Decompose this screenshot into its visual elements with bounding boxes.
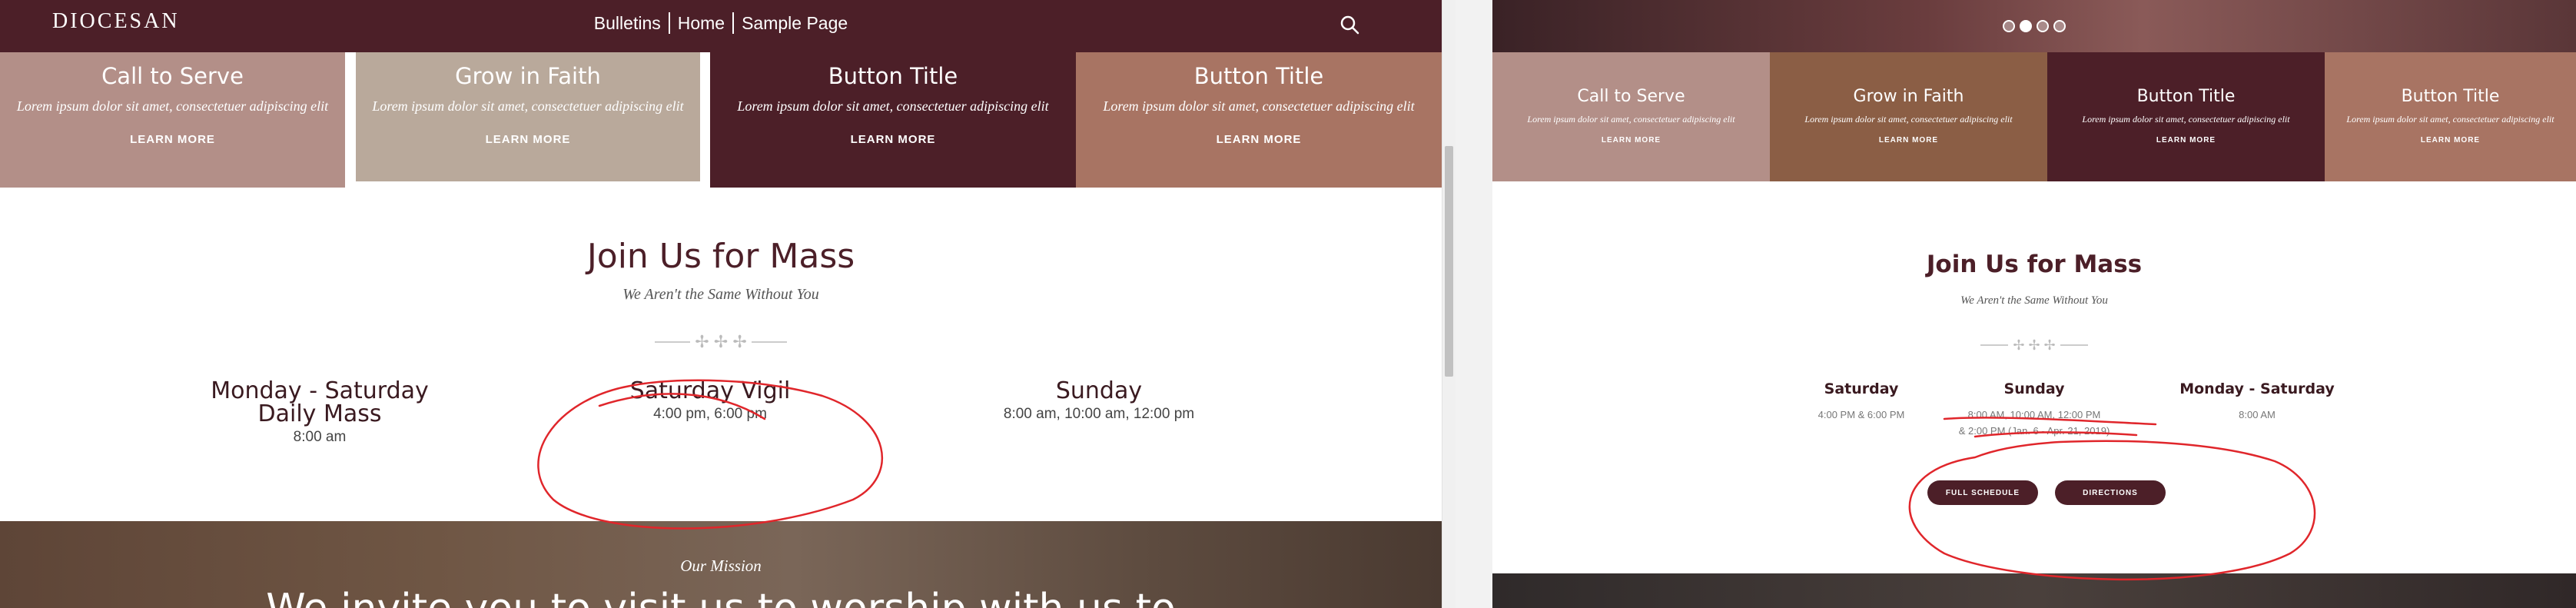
mass-col-title: Sunday xyxy=(1055,377,1143,404)
tile-learn-more-link[interactable]: LEARN MORE xyxy=(2325,136,2576,145)
mass-col-title: Monday - Saturday xyxy=(211,377,429,404)
right-page-view: Call to Serve Lorem ipsum dolor sit amet… xyxy=(1492,0,2576,608)
tile-call-to-serve[interactable]: Call to Serve Lorem ipsum dolor sit amet… xyxy=(0,52,345,188)
cross-divider: ✢ ✢ ✢ xyxy=(1492,335,2576,355)
tile-button-title-2[interactable]: Button Title Lorem ipsum dolor sit amet,… xyxy=(1076,52,1442,188)
hero-slider xyxy=(1492,0,2576,52)
tile-button-title-2[interactable]: Button Title Lorem ipsum dolor sit amet,… xyxy=(2325,52,2576,181)
nav-item-bulletins[interactable]: Bulletins xyxy=(586,12,670,34)
tile-title: Grow in Faith xyxy=(455,63,601,89)
site-header: DIOCESAN Bulletins Home Sample Page xyxy=(0,0,1442,52)
tile-title: Button Title xyxy=(828,63,958,89)
tile-text: Lorem ipsum dolor sit amet, consectetuer… xyxy=(1103,98,1415,114)
mass-col-monday-saturday: Monday - Saturday 8:00 AM xyxy=(2119,380,2395,423)
lower-hero-image xyxy=(1492,573,2576,608)
mass-section-title: Join Us for Mass xyxy=(586,237,855,276)
mass-section-title: Join Us for Mass xyxy=(1926,251,2143,278)
tile-title: Button Title xyxy=(2401,87,2500,106)
tile-button-title-1[interactable]: Button Title Lorem ipsum dolor sit amet,… xyxy=(710,52,1076,188)
screenshot-stage: DIOCESAN Bulletins Home Sample Page Call t… xyxy=(0,0,2576,608)
tile-title: Button Title xyxy=(1193,63,1324,89)
cross-icon: ✢ ✢ ✢ xyxy=(695,332,747,351)
left-page-view: DIOCESAN Bulletins Home Sample Page Call t… xyxy=(0,0,1442,608)
feature-tiles: Call to Serve Lorem ipsum dolor sit amet… xyxy=(0,52,1442,188)
tile-grow-in-faith[interactable]: Grow in Faith Lorem ipsum dolor sit amet… xyxy=(356,52,700,181)
slider-dot-2[interactable] xyxy=(2020,20,2032,32)
mass-col-title: Monday - Saturday xyxy=(2179,380,2335,397)
tile-learn-more-link[interactable]: LEARN MORE xyxy=(0,133,345,146)
directions-button[interactable]: DIRECTIONS xyxy=(2055,480,2166,505)
tile-gap xyxy=(345,52,356,188)
tile-text: Lorem ipsum dolor sit amet, consectetuer… xyxy=(372,98,684,114)
mass-col-times: 4:00 pm, 6:00 pm xyxy=(653,406,767,422)
tile-learn-more-link[interactable]: LEARN MORE xyxy=(356,133,700,146)
cross-icon: ✢ ✢ ✢ xyxy=(2013,337,2056,353)
tile-text: Lorem ipsum dolor sit amet, consectetuer… xyxy=(2082,114,2290,125)
nav-item-sample-page[interactable]: Sample Page xyxy=(734,12,855,34)
mass-col-saturday-vigil: Saturday Vigil 4:00 pm, 6:00 pm xyxy=(572,380,848,423)
mass-col-times: 8:00 am, 10:00 am, 12:00 pm xyxy=(1003,406,1195,422)
tile-learn-more-link[interactable]: LEARN MORE xyxy=(1770,136,2047,145)
tile-title: Grow in Faith xyxy=(1853,87,1964,106)
mass-section-subtitle: We Aren't the Same Without You xyxy=(1960,294,2108,307)
slider-dot-4[interactable] xyxy=(2053,20,2066,32)
mission-eyebrow: Our Mission xyxy=(680,557,762,575)
mass-col-sunday: Sunday 8:00 am, 10:00 am, 12:00 pm xyxy=(945,380,1253,423)
tile-learn-more-link[interactable]: LEARN MORE xyxy=(1076,133,1442,146)
mass-col-weekday: Monday - Saturday Daily Mass 8:00 am xyxy=(181,380,458,446)
slider-dot-1[interactable] xyxy=(2003,20,2015,32)
slider-dot-3[interactable] xyxy=(2037,20,2049,32)
tile-button-title-1[interactable]: Button Title Lorem ipsum dolor sit amet,… xyxy=(2047,52,2325,181)
mass-time-line: & 2:00 PM (Jan. 6 - Apr. 21, 2019) xyxy=(1958,425,2110,437)
mass-col-times: 8:00 AM xyxy=(2239,409,2276,420)
main-nav: Bulletins Home Sample Page xyxy=(0,12,1442,34)
tile-learn-more-link[interactable]: LEARN MORE xyxy=(1492,136,1770,145)
mass-col-title: Saturday Vigil xyxy=(629,377,791,404)
tile-title: Call to Serve xyxy=(1577,87,1685,106)
mass-section-subtitle: We Aren't the Same Without You xyxy=(622,286,819,303)
tile-text: Lorem ipsum dolor sit amet, consectetuer… xyxy=(1527,114,1735,125)
tile-text: Lorem ipsum dolor sit amet, consectetuer… xyxy=(16,98,329,114)
mission-heading: We invite you to visit us to worship wit… xyxy=(0,586,1442,608)
cross-divider: ✢ ✢ ✢ xyxy=(0,331,1442,354)
tile-text: Lorem ipsum dolor sit amet, consectetuer… xyxy=(2346,114,2554,125)
tile-learn-more-link[interactable]: LEARN MORE xyxy=(710,133,1076,146)
slider-dots xyxy=(1492,20,2576,32)
tile-grow-in-faith[interactable]: Grow in Faith Lorem ipsum dolor sit amet… xyxy=(1770,52,2047,181)
mission-hero: Our Mission We invite you to visit us to… xyxy=(0,521,1442,608)
nav-item-home[interactable]: Home xyxy=(670,12,735,34)
feature-tiles: Call to Serve Lorem ipsum dolor sit amet… xyxy=(1492,52,2576,181)
tile-title: Call to Serve xyxy=(101,63,244,89)
full-schedule-button[interactable]: FULL SCHEDULE xyxy=(1927,480,2038,505)
scrollbar-thumb[interactable] xyxy=(1445,146,1453,377)
tile-learn-more-link[interactable]: LEARN MORE xyxy=(2047,136,2325,145)
tile-title: Button Title xyxy=(2136,87,2236,106)
tile-text: Lorem ipsum dolor sit amet, consectetuer… xyxy=(737,98,1049,114)
tile-gap xyxy=(700,52,710,188)
tile-text: Lorem ipsum dolor sit amet, consectetuer… xyxy=(1804,114,2013,125)
tile-call-to-serve[interactable]: Call to Serve Lorem ipsum dolor sit amet… xyxy=(1492,52,1770,181)
search-icon[interactable] xyxy=(1337,12,1363,38)
mass-col-title-line2: Daily Mass xyxy=(257,400,382,427)
mass-col-times: 8:00 am xyxy=(293,429,347,445)
